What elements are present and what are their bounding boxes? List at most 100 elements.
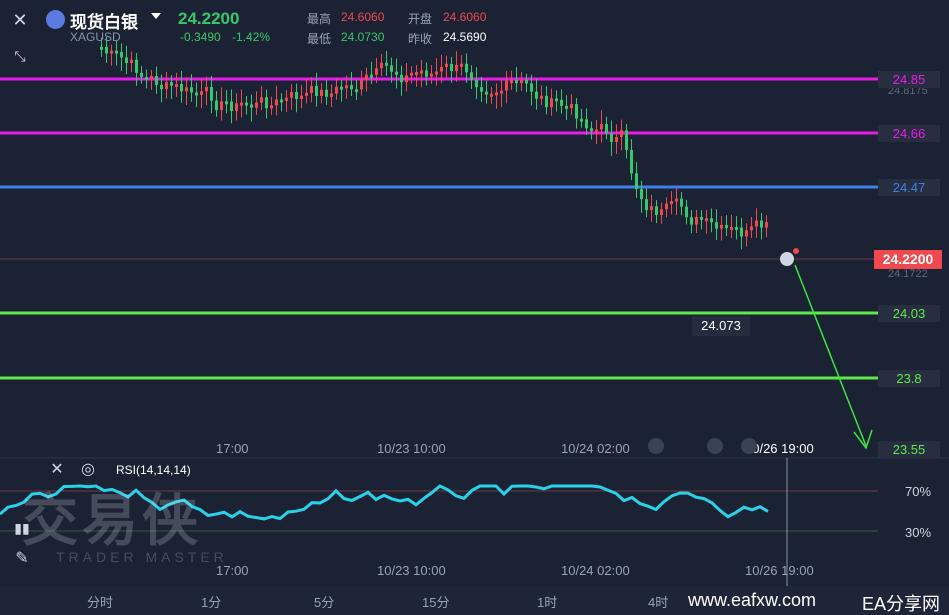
level-tag-5: 23.8 <box>878 370 940 387</box>
candle-body <box>705 218 708 222</box>
candle-body <box>440 67 443 72</box>
level-tag-3: 24.47 <box>878 179 940 196</box>
prev-close-label: 昨收 <box>408 32 433 46</box>
candle-body <box>515 80 518 84</box>
candle-body <box>485 91 488 95</box>
prev-close-value: 24.5690 <box>443 30 487 44</box>
period-tab-2[interactable]: 1分 <box>201 592 221 611</box>
chart-app: ✕ ⤡ 现货白银 24.2200 XAGUSD -0.3490 -1.42% 最… <box>0 0 949 615</box>
candle-body <box>100 46 103 50</box>
candle-body <box>180 84 183 92</box>
candle-body <box>650 206 653 211</box>
price-change: -0.3490 -1.42% <box>180 30 270 44</box>
candle-body <box>280 99 283 103</box>
period-tab-5[interactable]: 1时 <box>537 592 557 611</box>
candle-body <box>350 85 353 90</box>
high-label: 最高 <box>307 12 332 26</box>
candle-body <box>165 82 168 90</box>
candle-body <box>630 149 633 174</box>
candle-body <box>690 217 693 225</box>
candle-body <box>620 130 623 138</box>
candle-body <box>250 104 253 108</box>
candle-body <box>140 72 143 78</box>
candle-body <box>695 216 698 225</box>
chart-dot-button-2[interactable] <box>707 438 723 454</box>
change-percent: -1.42% <box>232 30 271 44</box>
candle-body <box>190 87 193 93</box>
candle-body <box>735 226 738 230</box>
candle-body <box>535 91 538 99</box>
candle-body <box>675 198 678 202</box>
candle-body <box>615 137 618 142</box>
candle-body <box>610 133 613 142</box>
candle-body <box>235 103 238 111</box>
chart-dot-button-1[interactable] <box>648 438 664 454</box>
candle-body <box>295 91 298 100</box>
collapse-arrows-icon[interactable]: ⤡ <box>6 42 34 70</box>
candle-body <box>585 119 588 129</box>
candle-body <box>305 92 308 96</box>
candle-body <box>490 93 493 97</box>
candle-body <box>475 79 478 88</box>
candle-body <box>595 129 598 133</box>
candle-body <box>155 76 158 85</box>
candle-body <box>480 87 483 92</box>
candle-body <box>365 74 368 80</box>
candle-body <box>755 220 758 227</box>
projection-arrow-line <box>794 264 867 447</box>
candle-body <box>370 74 373 78</box>
candle-body <box>435 71 438 75</box>
chart-dot-button-3[interactable] <box>741 438 757 454</box>
candle-body <box>105 46 108 54</box>
candle-body <box>285 97 288 101</box>
rsi-title: RSI(14,14,14) <box>116 463 191 477</box>
candle-body <box>170 82 173 86</box>
candle-body <box>400 74 403 83</box>
level-tag-6: 23.55 <box>878 441 940 458</box>
candle-body <box>560 99 563 106</box>
candle-body <box>290 91 293 98</box>
chevron-down-icon[interactable] <box>151 13 161 19</box>
site-url: www.eafxw.com <box>688 590 817 610</box>
rsi-time-label-3: 10/24 02:00 <box>561 563 630 578</box>
candle-body <box>390 65 393 72</box>
candle-body <box>175 84 178 88</box>
candle-body <box>340 86 343 90</box>
candle-body <box>590 128 593 132</box>
candle-body <box>120 52 123 58</box>
candle-body <box>660 209 663 216</box>
candle-body <box>195 92 198 96</box>
close-icon[interactable]: ✕ <box>6 6 34 34</box>
candle-body <box>600 123 603 130</box>
candle-body <box>205 87 208 92</box>
candle-body <box>450 63 453 72</box>
candle-body <box>730 226 733 230</box>
candle-body <box>625 130 628 150</box>
candle-body <box>385 62 388 66</box>
period-tab-6[interactable]: 4时 <box>648 592 668 611</box>
candle-body <box>465 63 468 73</box>
period-tab-1[interactable]: 分时 <box>87 592 113 611</box>
candle-body <box>605 123 608 134</box>
candle-body <box>540 95 543 99</box>
candle-body <box>185 87 188 92</box>
candle-body <box>685 206 688 218</box>
candle-body <box>670 201 673 205</box>
candle-body <box>255 102 258 108</box>
candle-body <box>495 92 498 96</box>
candle-body <box>430 73 433 77</box>
candle-body <box>225 101 228 105</box>
candle-body <box>550 98 553 108</box>
candle-body <box>415 72 418 76</box>
candle-body <box>360 79 363 90</box>
candle-body <box>665 203 668 210</box>
candle-body <box>210 87 213 101</box>
rsi-lower-label: 30% <box>905 525 932 540</box>
candle-body <box>565 105 568 109</box>
candle-body <box>405 75 408 83</box>
period-tab-3[interactable]: 5分 <box>314 592 334 611</box>
period-tab-4[interactable]: 15分 <box>422 592 449 611</box>
candle-body <box>460 63 463 67</box>
candle-body <box>115 50 118 54</box>
candle-body <box>220 101 223 111</box>
